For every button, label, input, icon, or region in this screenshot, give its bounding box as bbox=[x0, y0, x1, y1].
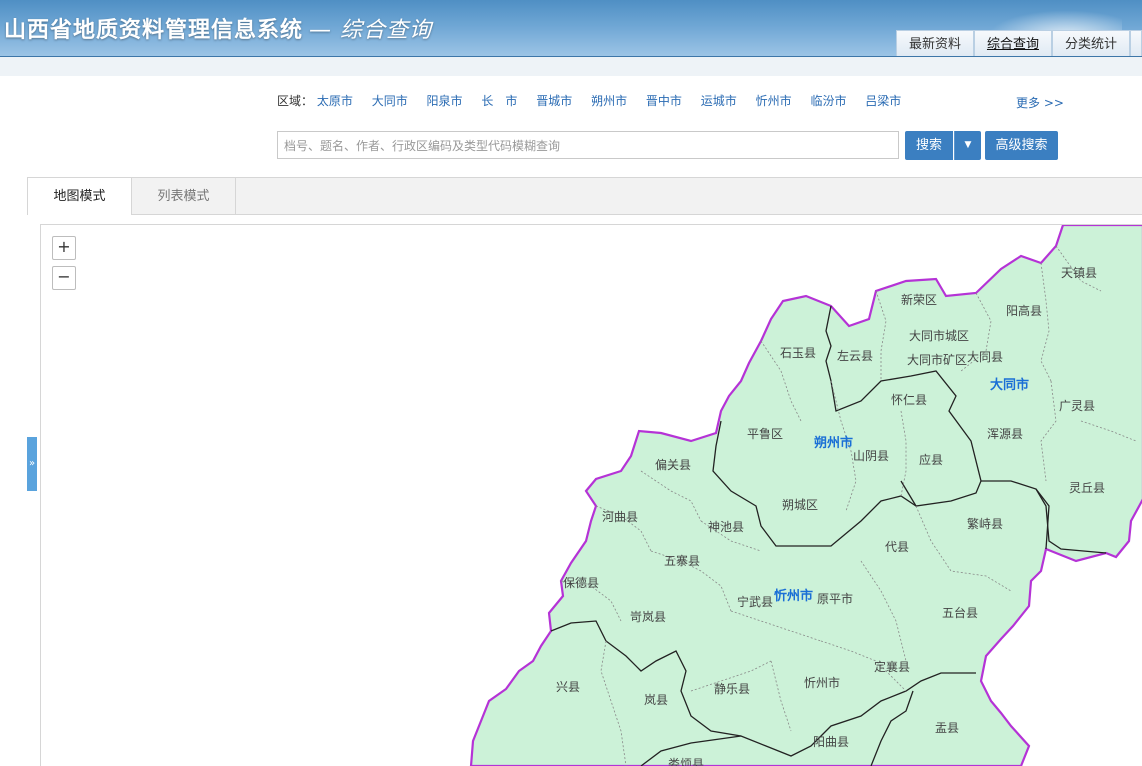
map-label-county: 五台县 bbox=[942, 605, 978, 620]
map-label-county: 天镇县 bbox=[1061, 266, 1097, 280]
map-label-county: 五寨县 bbox=[664, 553, 700, 568]
app-header: 山西省地质资料管理信息系统 — 综合查询 最新资料 综合查询 分类统计 bbox=[0, 0, 1142, 57]
zoom-in-button[interactable]: + bbox=[52, 236, 76, 260]
map-label-county: 石玉县 bbox=[780, 346, 816, 360]
region-link[interactable]: 晋城市 bbox=[536, 94, 572, 108]
region-filter: 区域： 太原市 大同市 阳泉市 长 市 晋城市 朔州市 晋中市 运城市 忻州市 … bbox=[277, 92, 916, 112]
map-label-county: 定襄县 bbox=[874, 659, 910, 674]
sub-bar bbox=[0, 57, 1142, 76]
map-label-county: 大同市城区 bbox=[909, 328, 969, 343]
map-label-county: 新荣区 bbox=[901, 292, 937, 307]
view-tabs: 地图模式 列表模式 bbox=[27, 177, 1142, 215]
map-label-county: 左云县 bbox=[837, 348, 873, 363]
map-label-county: 朔城区 bbox=[782, 497, 818, 512]
map-label-county: 忻州市 bbox=[804, 675, 840, 690]
map-label-county: 兴县 bbox=[556, 680, 580, 694]
region-label: 区域： bbox=[277, 94, 314, 108]
app-title-main: 山西省地质资料管理信息系统 bbox=[4, 18, 304, 43]
map-label-county: 浑源县 bbox=[987, 427, 1023, 441]
advanced-search-button[interactable]: 高级搜索 bbox=[985, 131, 1058, 160]
app-title-sub: — 综合查询 bbox=[309, 18, 433, 43]
map-label-county: 阳曲县 bbox=[813, 735, 849, 749]
tab-list-mode[interactable]: 列表模式 bbox=[132, 178, 236, 214]
region-link[interactable]: 晋中市 bbox=[646, 94, 682, 108]
region-link[interactable]: 忻州市 bbox=[756, 94, 792, 108]
tab-map-mode[interactable]: 地图模式 bbox=[28, 178, 132, 215]
map-label-county: 原平市 bbox=[817, 591, 853, 606]
top-nav: 最新资料 综合查询 分类统计 bbox=[895, 30, 1142, 56]
map-label-county: 阳高县 bbox=[1006, 303, 1042, 318]
region-link[interactable]: 阳泉市 bbox=[427, 94, 463, 108]
nav-latest[interactable]: 最新资料 bbox=[895, 30, 974, 56]
zoom-out-button[interactable]: − bbox=[52, 266, 76, 290]
map-label-county: 灵丘县 bbox=[1069, 481, 1105, 495]
map-label-county: 河曲县 bbox=[602, 510, 638, 524]
map-label-county: 广灵县 bbox=[1059, 399, 1095, 413]
nav-overflow[interactable] bbox=[1130, 30, 1142, 56]
side-panel-toggle[interactable]: » bbox=[27, 437, 37, 491]
map-label-county: 山阴县 bbox=[853, 449, 889, 463]
map-label-county: 繁峙县 bbox=[967, 516, 1003, 531]
map-label-county: 平鲁区 bbox=[747, 427, 783, 441]
nav-search[interactable]: 综合查询 bbox=[973, 30, 1052, 56]
map-label-county: 大同县 bbox=[967, 350, 1003, 364]
search-button[interactable]: 搜索 bbox=[905, 131, 953, 160]
map-label-county: 岚县 bbox=[644, 693, 668, 707]
map-label-county: 怀仁县 bbox=[891, 393, 927, 407]
region-link[interactable]: 大同市 bbox=[372, 94, 408, 108]
search-input[interactable]: 档号、题名、作者、行政区编码及类型代码模糊查询 bbox=[277, 131, 899, 159]
map-label-county: 大同市矿区 bbox=[907, 352, 967, 367]
map-label-city: 忻州市 bbox=[774, 588, 813, 604]
region-link[interactable]: 朔州市 bbox=[591, 94, 627, 108]
map-label-county: 宁武县 bbox=[737, 594, 773, 609]
map-canvas[interactable]: 天镇县 新荣区 阳高县 大同市城区 石玉县 左云县 大同市矿区 大同县 怀仁县 … bbox=[41, 225, 1142, 766]
region-link[interactable]: 运城市 bbox=[701, 94, 737, 108]
search-dropdown-button[interactable]: ▼ bbox=[954, 131, 981, 160]
map-view[interactable]: 天镇县 新荣区 阳高县 大同市城区 石玉县 左云县 大同市矿区 大同县 怀仁县 … bbox=[40, 224, 1142, 766]
nav-statistics[interactable]: 分类统计 bbox=[1051, 30, 1130, 56]
map-label-county: 盂县 bbox=[935, 721, 959, 735]
map-label-county: 代县 bbox=[885, 540, 909, 554]
map-label-county: 静乐县 bbox=[714, 682, 750, 696]
region-link[interactable]: 吕梁市 bbox=[865, 94, 901, 108]
map-label-county: 保德县 bbox=[563, 575, 599, 590]
app-title: 山西省地质资料管理信息系统 — 综合查询 bbox=[4, 12, 432, 44]
more-regions-link[interactable]: 更多 >> bbox=[1016, 94, 1064, 111]
map-label-county: 应县 bbox=[919, 452, 943, 467]
region-link[interactable]: 太原市 bbox=[317, 94, 353, 108]
map-label-city: 大同市 bbox=[990, 377, 1029, 393]
region-link[interactable]: 长 市 bbox=[481, 94, 517, 108]
map-label-county: 岢岚县 bbox=[630, 610, 666, 624]
map-label-city: 朔州市 bbox=[814, 435, 853, 451]
region-link[interactable]: 临汾市 bbox=[810, 94, 846, 108]
map-label-county: 偏关县 bbox=[655, 457, 691, 472]
map-label-county: 神池县 bbox=[708, 520, 744, 534]
